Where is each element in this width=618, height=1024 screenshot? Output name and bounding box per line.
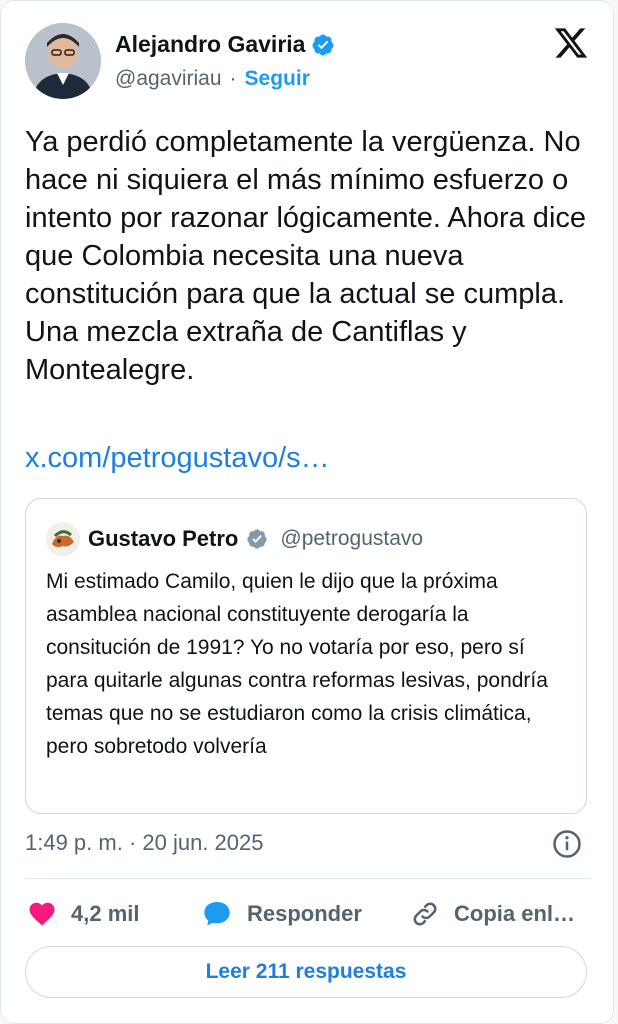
- quoted-tweet[interactable]: Gustavo Petro @petrogustavo Mi estimado …: [25, 498, 587, 814]
- quoted-tweet-header: Gustavo Petro @petrogustavo: [46, 522, 423, 556]
- quoted-author-avatar: [46, 522, 80, 556]
- like-button[interactable]: 4,2 mil: [27, 894, 139, 934]
- reply-button[interactable]: Responder: [201, 894, 362, 934]
- copy-link-label: Copia enl…: [454, 901, 576, 926]
- handle-separator: ·: [229, 67, 237, 90]
- read-replies-button[interactable]: Leer 211 respuestas: [25, 946, 587, 998]
- verified-badge-icon: [312, 34, 334, 55]
- gray-verified-badge-icon: [247, 529, 267, 549]
- divider: [25, 878, 591, 879]
- action-bar: 4,2 mil Responder Copia enl…: [25, 894, 591, 934]
- tweet-header: Alejandro Gaviria @agaviriau · Seguir: [25, 21, 589, 105]
- quoted-tweet-text: Mi estimado Camilo, quien le dijo que la…: [46, 570, 548, 758]
- tweet-card: Alejandro Gaviria @agaviriau · Seguir Ya…: [0, 0, 614, 1024]
- author-handle-row: @agaviriau · Seguir: [115, 67, 310, 91]
- x-logo-icon[interactable]: [553, 25, 589, 61]
- like-count: 4,2 mil: [71, 901, 140, 926]
- author-name-row: Alejandro Gaviria: [115, 31, 335, 58]
- tweet-link[interactable]: x.com/petrogustavo/s…: [25, 442, 330, 475]
- author-handle[interactable]: @agaviriau: [115, 67, 222, 91]
- quoted-author-name: Gustavo Petro: [88, 526, 239, 551]
- info-icon[interactable]: [552, 829, 582, 859]
- copy-link-button[interactable]: Copia enl…: [410, 894, 575, 934]
- tweet-timestamp[interactable]: 1:49 p. m. · 20 jun. 2025: [25, 830, 264, 856]
- heart-icon: [29, 902, 55, 926]
- author-name[interactable]: Alejandro Gaviria: [115, 31, 305, 58]
- follow-button[interactable]: Seguir: [245, 67, 310, 91]
- reply-bubble-icon: [204, 902, 230, 926]
- link-icon: [413, 902, 437, 926]
- quoted-author-handle: @petrogustavo: [280, 527, 424, 550]
- author-avatar[interactable]: [25, 23, 101, 99]
- reply-label: Responder: [247, 901, 362, 926]
- tweet-text: Ya perdió completamente la vergüenza. No…: [25, 126, 587, 386]
